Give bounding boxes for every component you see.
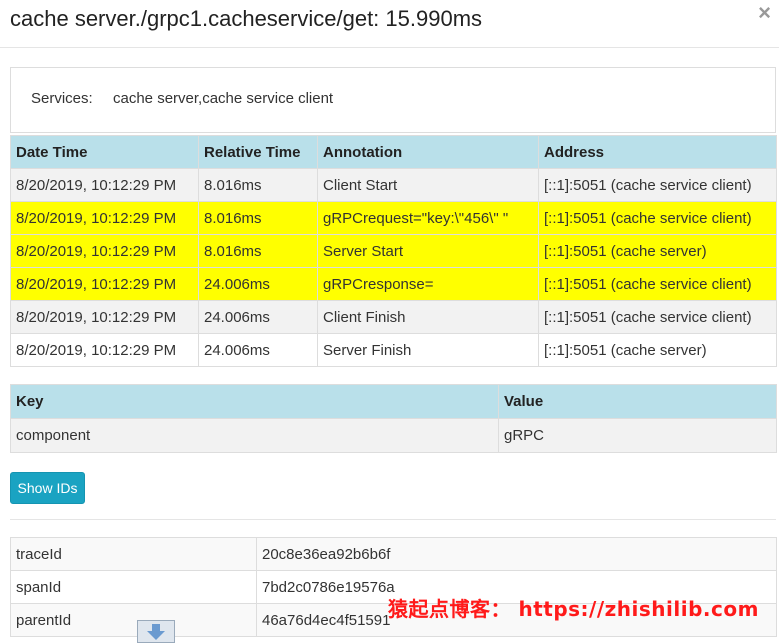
annotation-cell: gRPCrequest="key:\"456\" " (317, 201, 539, 235)
relative-time-cell: 24.006ms (198, 300, 318, 334)
annotations-header-row: Date Time Relative Time Annotation Addre… (10, 135, 777, 169)
services-label: Services: (31, 90, 93, 107)
table-row: 8/20/2019, 10:12:29 PM 8.016ms Client St… (10, 168, 777, 202)
divider (10, 519, 776, 520)
table-row: component gRPC (10, 418, 777, 453)
column-header-address: Address (538, 135, 777, 169)
address-cell: [::1]:5051 (cache server) (538, 333, 777, 367)
date-time-cell: 8/20/2019, 10:12:29 PM (10, 234, 199, 268)
relative-time-cell: 24.006ms (198, 333, 318, 367)
annotation-cell: Client Start (317, 168, 539, 202)
ids-table: traceId 20c8e36ea92b6b6f spanId 7bd2c078… (10, 537, 777, 637)
relative-time-cell: 8.016ms (198, 168, 318, 202)
tag-value-cell: gRPC (498, 418, 777, 453)
id-key-cell: parentId (10, 603, 257, 637)
watermark-text: 猿起点博客： https://zhishilib.com (388, 597, 759, 621)
tags-table: Key Value component gRPC (10, 384, 777, 453)
annotation-cell: Client Finish (317, 300, 539, 334)
services-panel: Services: cache server,cache service cli… (10, 67, 776, 133)
annotation-cell: Server Start (317, 234, 539, 268)
close-icon[interactable]: × (758, 2, 771, 24)
address-cell: [::1]:5051 (cache service client) (538, 267, 777, 301)
address-cell: [::1]:5051 (cache service client) (538, 300, 777, 334)
relative-time-cell: 24.006ms (198, 267, 318, 301)
column-header-date-time: Date Time (10, 135, 199, 169)
address-cell: [::1]:5051 (cache service client) (538, 168, 777, 202)
date-time-cell: 8/20/2019, 10:12:29 PM (10, 201, 199, 235)
id-key-cell: spanId (10, 570, 257, 604)
column-header-annotation: Annotation (317, 135, 539, 169)
date-time-cell: 8/20/2019, 10:12:29 PM (10, 267, 199, 301)
table-row: 8/20/2019, 10:12:29 PM 24.006ms Server F… (10, 333, 777, 367)
id-value-cell: 20c8e36ea92b6b6f (256, 537, 777, 571)
down-arrow-icon (147, 624, 165, 640)
id-key-cell: traceId (10, 537, 257, 571)
date-time-cell: 8/20/2019, 10:12:29 PM (10, 333, 199, 367)
scroll-down-button[interactable] (137, 620, 175, 643)
relative-time-cell: 8.016ms (198, 201, 318, 235)
table-row-highlighted: 8/20/2019, 10:12:29 PM 8.016ms Server St… (10, 234, 777, 268)
tag-key-cell: component (10, 418, 499, 453)
tags-header-row: Key Value (10, 384, 777, 419)
date-time-cell: 8/20/2019, 10:12:29 PM (10, 300, 199, 334)
annotation-cell: gRPCresponse= (317, 267, 539, 301)
address-cell: [::1]:5051 (cache service client) (538, 201, 777, 235)
table-row-highlighted: 8/20/2019, 10:12:29 PM 8.016ms gRPCreque… (10, 201, 777, 235)
column-header-key: Key (10, 384, 499, 419)
table-row-highlighted: 8/20/2019, 10:12:29 PM 24.006ms gRPCresp… (10, 267, 777, 301)
address-cell: [::1]:5051 (cache server) (538, 234, 777, 268)
annotation-cell: Server Finish (317, 333, 539, 367)
modal-header: cache server./grpc1.cacheservice/get: 15… (0, 0, 779, 48)
services-value: cache server,cache service client (113, 90, 334, 107)
date-time-cell: 8/20/2019, 10:12:29 PM (10, 168, 199, 202)
table-row: 8/20/2019, 10:12:29 PM 24.006ms Client F… (10, 300, 777, 334)
show-ids-button[interactable]: Show IDs (10, 472, 85, 504)
relative-time-cell: 8.016ms (198, 234, 318, 268)
column-header-relative-time: Relative Time (198, 135, 318, 169)
modal-title: cache server./grpc1.cacheservice/get: 15… (10, 6, 483, 31)
column-header-value: Value (498, 384, 777, 419)
annotations-table: Date Time Relative Time Annotation Addre… (10, 135, 777, 367)
table-row: traceId 20c8e36ea92b6b6f (10, 537, 777, 571)
